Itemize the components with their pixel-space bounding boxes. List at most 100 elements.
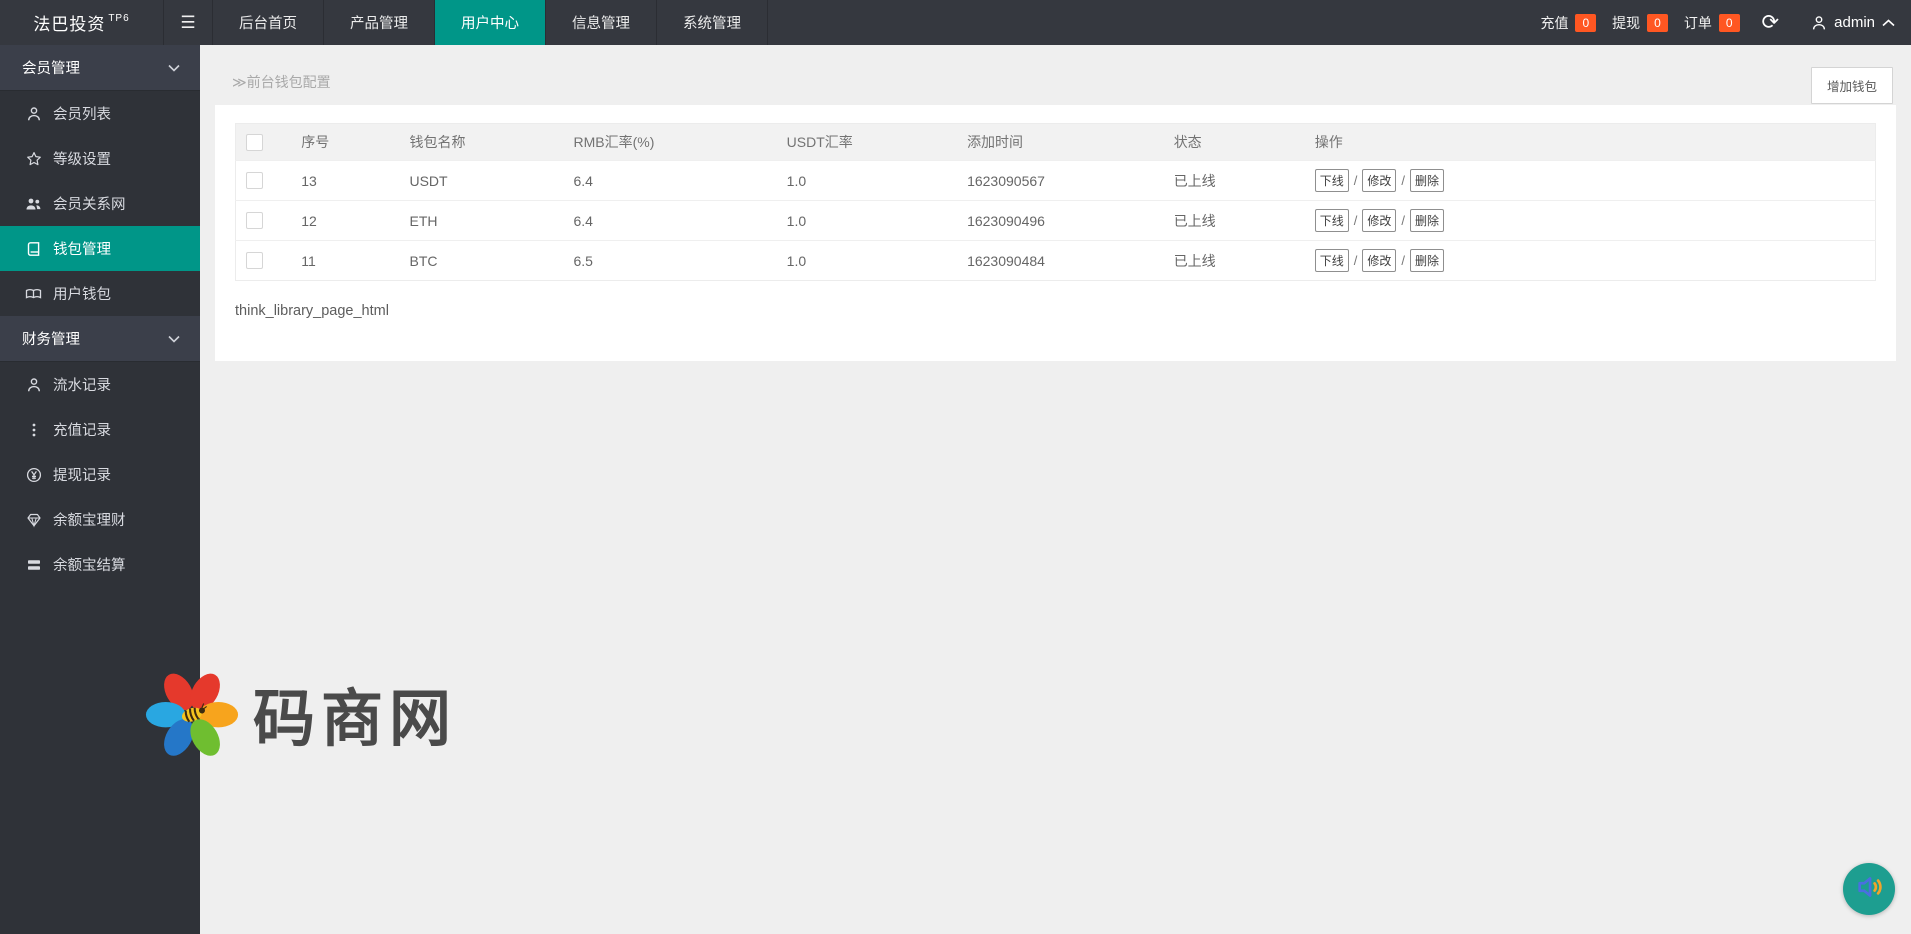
speaker-icon <box>1853 871 1885 908</box>
wallet-book-icon <box>25 240 42 257</box>
nav-item-user-center[interactable]: 用户中心 <box>435 0 546 45</box>
users-icon <box>25 195 42 212</box>
header-added-time: 添加时间 <box>957 124 1164 161</box>
user-menu[interactable]: admin <box>1811 14 1895 31</box>
table-row: 11 BTC 6.5 1.0 1623090484 已上线 下线/修改/删除 <box>236 241 1876 281</box>
cell-id: 13 <box>291 161 399 201</box>
header-rmb-rate: RMB汇率(%) <box>563 124 776 161</box>
offline-button[interactable]: 下线 <box>1315 249 1349 272</box>
wallet-table-panel: 序号 钱包名称 RMB汇率(%) USDT汇率 添加时间 状态 操作 13 US… <box>215 105 1896 361</box>
sidebar-item-yuebao-invest[interactable]: 余额宝理财 <box>0 497 200 542</box>
withdraw-stat-label: 提现 <box>1612 13 1640 33</box>
header-usdt-rate: USDT汇率 <box>777 124 957 161</box>
cell-actions: 下线/修改/删除 <box>1305 241 1876 281</box>
edit-button[interactable]: 修改 <box>1362 209 1396 232</box>
sidebar-group-members[interactable]: 会员管理 <box>0 45 200 91</box>
app-version-tag: TP6 <box>108 13 129 24</box>
delete-button[interactable]: 删除 <box>1410 249 1444 272</box>
wallet-table: 序号 钱包名称 RMB汇率(%) USDT汇率 添加时间 状态 操作 13 US… <box>235 123 1876 281</box>
open-book-icon <box>25 285 42 302</box>
nav-item-dashboard[interactable]: 后台首页 <box>213 0 324 45</box>
row-checkbox[interactable] <box>246 212 263 229</box>
cell-usdt-rate: 1.0 <box>777 161 957 201</box>
sidebar-group-finance-label: 财务管理 <box>22 328 80 349</box>
watermark-text: 码商网 <box>253 668 457 758</box>
top-navigation: 后台首页 产品管理 用户中心 信息管理 系统管理 <box>213 0 768 45</box>
orders-stat[interactable]: 订单 0 <box>1684 13 1740 33</box>
sidebar-group-finance[interactable]: 财务管理 <box>0 316 200 362</box>
hamburger-menu-icon[interactable]: ☰ <box>163 0 213 45</box>
app-logo: 法巴投资 TP6 <box>0 0 163 45</box>
breadcrumb-prefix: ≫ <box>232 74 247 90</box>
cell-wallet-name: BTC <box>399 241 563 281</box>
action-separator: / <box>1354 213 1358 228</box>
sidebar-item-label: 提现记录 <box>53 464 111 485</box>
nav-item-products[interactable]: 产品管理 <box>324 0 435 45</box>
select-all-checkbox[interactable] <box>246 134 263 151</box>
sidebar-item-label: 流水记录 <box>53 374 111 395</box>
sidebar-item-member-network[interactable]: 会员关系网 <box>0 181 200 226</box>
nav-item-system[interactable]: 系统管理 <box>657 0 768 45</box>
star-icon <box>25 150 42 167</box>
nav-item-information[interactable]: 信息管理 <box>546 0 657 45</box>
add-wallet-button[interactable]: 增加钱包 <box>1811 67 1893 104</box>
sidebar-item-label: 钱包管理 <box>53 238 111 259</box>
orders-count-badge: 0 <box>1719 14 1740 32</box>
status-badge: 已上线 <box>1164 201 1305 241</box>
breadcrumb-row: ≫前台钱包配置 增加钱包 <box>200 45 1911 105</box>
username: admin <box>1834 14 1875 31</box>
delete-button[interactable]: 删除 <box>1410 169 1444 192</box>
edit-button[interactable]: 修改 <box>1362 249 1396 272</box>
status-badge: 已上线 <box>1164 161 1305 201</box>
user-icon <box>1811 15 1827 31</box>
header-id: 序号 <box>291 124 399 161</box>
user-icon <box>25 376 42 393</box>
table-row: 12 ETH 6.4 1.0 1623090496 已上线 下线/修改/删除 <box>236 201 1876 241</box>
sidebar-item-wallet-management[interactable]: 钱包管理 <box>0 226 200 271</box>
cell-added-time: 1623090567 <box>957 161 1164 201</box>
header-actions: 操作 <box>1305 124 1876 161</box>
sidebar-item-yuebao-settlement[interactable]: 余额宝结算 <box>0 542 200 587</box>
sidebar-item-flow-records[interactable]: 流水记录 <box>0 362 200 407</box>
recharge-stat[interactable]: 充值 0 <box>1540 13 1596 33</box>
sidebar-item-label: 充值记录 <box>53 419 111 440</box>
header-status: 状态 <box>1164 124 1305 161</box>
refresh-icon[interactable]: ⟳ <box>1762 12 1780 33</box>
yen-circle-icon <box>25 466 42 483</box>
row-checkbox[interactable] <box>246 172 263 189</box>
sidebar-item-member-list[interactable]: 会员列表 <box>0 91 200 136</box>
ellipsis-vertical-icon <box>25 421 42 438</box>
sidebar-item-recharge-records[interactable]: 充值记录 <box>0 407 200 452</box>
delete-button[interactable]: 删除 <box>1410 209 1444 232</box>
gem-icon <box>25 511 42 528</box>
sidebar-item-user-wallets[interactable]: 用户钱包 <box>0 271 200 316</box>
cell-actions: 下线 / 修改 / 删除 <box>1305 201 1876 241</box>
row-checkbox[interactable] <box>246 252 263 269</box>
withdraw-stat[interactable]: 提现 0 <box>1612 13 1668 33</box>
chevron-up-icon <box>1882 19 1895 27</box>
cell-wallet-name: ETH <box>399 201 563 241</box>
top-bar: 法巴投资 TP6 ☰ 后台首页 产品管理 用户中心 信息管理 系统管理 充值 0… <box>0 0 1911 45</box>
action-separator: / <box>1401 213 1405 228</box>
offline-button[interactable]: 下线 <box>1315 169 1349 192</box>
user-icon <box>25 105 42 122</box>
sidebar-item-withdraw-records[interactable]: 提现记录 <box>0 452 200 497</box>
action-separator: / <box>1354 253 1358 268</box>
sidebar-item-level-settings[interactable]: 等级设置 <box>0 136 200 181</box>
recharge-stat-label: 充值 <box>1540 13 1568 33</box>
breadcrumb: ≫前台钱包配置 <box>232 72 331 92</box>
watermark: 码商网 <box>145 663 457 762</box>
sidebar: 会员管理 会员列表 等级设置 会员关系网 钱包管理 用户钱包 财务管理 <box>0 45 200 934</box>
cell-added-time: 1623090484 <box>957 241 1164 281</box>
sidebar-group-members-label: 会员管理 <box>22 57 80 78</box>
sidebar-item-label: 余额宝结算 <box>53 554 126 575</box>
flower-logo-icon <box>145 663 239 762</box>
offline-button[interactable]: 下线 <box>1315 209 1349 232</box>
cell-rmb-rate: 6.4 <box>563 201 776 241</box>
edit-button[interactable]: 修改 <box>1362 169 1396 192</box>
template-debug-text: think_library_page_html <box>235 303 1876 319</box>
recharge-count-badge: 0 <box>1575 14 1596 32</box>
sidebar-item-label: 会员关系网 <box>53 193 126 214</box>
sound-fab-button[interactable] <box>1843 863 1895 915</box>
chevron-down-icon <box>168 60 180 76</box>
